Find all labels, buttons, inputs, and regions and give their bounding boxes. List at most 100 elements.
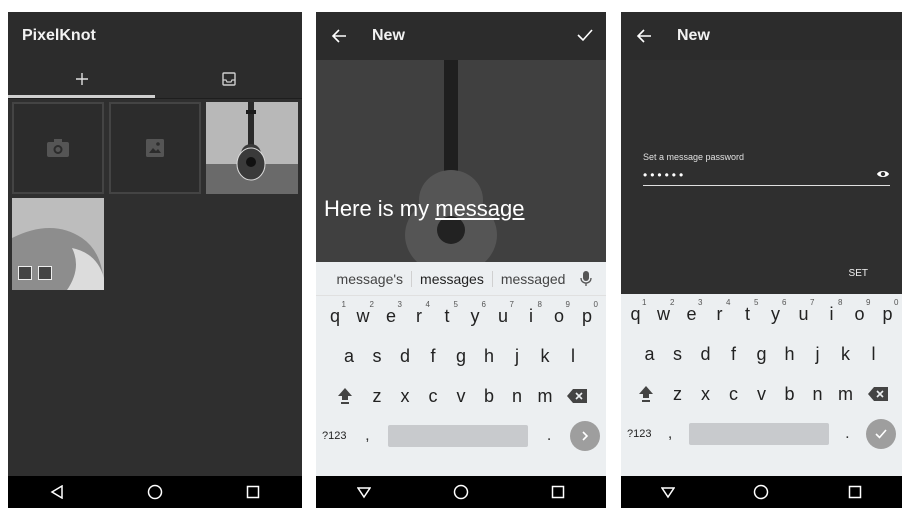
key-r[interactable]: 4r xyxy=(706,298,734,325)
app-bar: PixelKnot xyxy=(8,12,302,60)
key-hint: 4 xyxy=(726,297,731,307)
symbols-key[interactable]: ?123 xyxy=(322,430,346,442)
nav-home-button[interactable] xyxy=(451,482,471,502)
back-button[interactable] xyxy=(330,27,348,45)
key-s[interactable]: s xyxy=(664,344,692,365)
abstract-photo-tile[interactable] xyxy=(12,198,104,290)
key-g[interactable]: g xyxy=(748,344,776,365)
key-w[interactable]: 2w xyxy=(349,300,377,327)
key-t[interactable]: 5t xyxy=(433,300,461,327)
period-key[interactable]: . xyxy=(547,427,551,445)
key-u[interactable]: 7u xyxy=(790,298,818,325)
tab-add[interactable] xyxy=(8,60,155,98)
key-j[interactable]: j xyxy=(804,344,832,365)
set-button[interactable]: SET xyxy=(849,268,868,279)
key-n[interactable]: n xyxy=(804,384,832,405)
key-q[interactable]: 1q xyxy=(622,298,650,325)
key-z[interactable]: z xyxy=(363,386,391,407)
key-f[interactable]: f xyxy=(419,346,447,367)
backspace-key[interactable] xyxy=(559,389,595,403)
key-b[interactable]: b xyxy=(776,384,804,405)
nav-back-button[interactable] xyxy=(658,482,678,502)
nav-recents-button[interactable] xyxy=(548,482,568,502)
key-z[interactable]: z xyxy=(664,384,692,405)
key-j[interactable]: j xyxy=(503,346,531,367)
key-m[interactable]: m xyxy=(531,386,559,407)
home-circle-icon xyxy=(147,484,163,500)
backspace-key[interactable] xyxy=(860,387,896,401)
key-y[interactable]: 6y xyxy=(762,298,790,325)
key-v[interactable]: v xyxy=(447,386,475,407)
nav-home-button[interactable] xyxy=(145,482,165,502)
nav-back-button[interactable] xyxy=(47,482,67,502)
suggestion-3[interactable]: messaged xyxy=(493,271,574,287)
comma-key[interactable]: , xyxy=(668,425,672,443)
key-a[interactable]: a xyxy=(335,346,363,367)
key-v[interactable]: v xyxy=(748,384,776,405)
key-y[interactable]: 6y xyxy=(461,300,489,327)
key-w[interactable]: 2w xyxy=(650,298,678,325)
key-n[interactable]: n xyxy=(503,386,531,407)
done-key[interactable] xyxy=(865,419,896,449)
nav-home-button[interactable] xyxy=(751,482,771,502)
nav-recents-button[interactable] xyxy=(845,482,865,502)
key-o[interactable]: 9o xyxy=(846,298,874,325)
comma-key[interactable]: , xyxy=(365,427,369,445)
password-input[interactable]: •••••• xyxy=(643,164,890,186)
guitar-photo-tile[interactable] xyxy=(206,102,298,194)
nav-recents-button[interactable] xyxy=(243,482,263,502)
key-f[interactable]: f xyxy=(720,344,748,365)
hidden-message-text[interactable]: Here is my message xyxy=(324,196,525,222)
key-k[interactable]: k xyxy=(832,344,860,365)
key-hint: 0 xyxy=(894,297,899,307)
space-key[interactable] xyxy=(688,423,829,445)
key-label: e xyxy=(385,305,396,326)
tab-inbox[interactable] xyxy=(155,60,302,98)
shift-key[interactable] xyxy=(628,385,664,403)
key-t[interactable]: 5t xyxy=(734,298,762,325)
eye-icon[interactable] xyxy=(876,168,890,180)
key-m[interactable]: m xyxy=(832,384,860,405)
key-label: r xyxy=(416,305,422,326)
key-l[interactable]: l xyxy=(559,346,587,367)
space-key[interactable] xyxy=(388,425,529,447)
key-l[interactable]: l xyxy=(860,344,888,365)
key-x[interactable]: x xyxy=(692,384,720,405)
key-h[interactable]: h xyxy=(475,346,503,367)
key-i[interactable]: 8i xyxy=(818,298,846,325)
key-p[interactable]: 0p xyxy=(874,298,902,325)
microphone-icon[interactable] xyxy=(579,270,593,287)
key-d[interactable]: d xyxy=(692,344,720,365)
key-a[interactable]: a xyxy=(636,344,664,365)
key-x[interactable]: x xyxy=(391,386,419,407)
suggestion-1[interactable]: message's xyxy=(329,270,413,287)
key-c[interactable]: c xyxy=(419,386,447,407)
key-i[interactable]: 8i xyxy=(517,300,545,327)
key-h[interactable]: h xyxy=(776,344,804,365)
camera-icon xyxy=(47,139,69,157)
key-p[interactable]: 0p xyxy=(573,300,601,327)
key-d[interactable]: d xyxy=(391,346,419,367)
key-hint: 8 xyxy=(537,299,542,309)
key-k[interactable]: k xyxy=(531,346,559,367)
back-button[interactable] xyxy=(635,27,653,45)
key-o[interactable]: 9o xyxy=(545,300,573,327)
key-c[interactable]: c xyxy=(720,384,748,405)
key-u[interactable]: 7u xyxy=(489,300,517,327)
suggestion-2[interactable]: messages xyxy=(412,270,493,287)
next-key[interactable] xyxy=(569,421,600,451)
key-e[interactable]: 3e xyxy=(377,300,405,327)
key-r[interactable]: 4r xyxy=(405,300,433,327)
key-g[interactable]: g xyxy=(447,346,475,367)
period-key[interactable]: . xyxy=(845,425,849,443)
shift-key[interactable] xyxy=(327,387,363,405)
key-b[interactable]: b xyxy=(475,386,503,407)
camera-tile[interactable] xyxy=(12,102,104,194)
symbols-key[interactable]: ?123 xyxy=(627,428,651,440)
nav-back-button[interactable] xyxy=(354,482,374,502)
key-q[interactable]: 1q xyxy=(321,300,349,327)
confirm-button[interactable] xyxy=(576,26,594,44)
key-e[interactable]: 3e xyxy=(678,298,706,325)
key-s[interactable]: s xyxy=(363,346,391,367)
gallery-tile[interactable] xyxy=(109,102,201,194)
